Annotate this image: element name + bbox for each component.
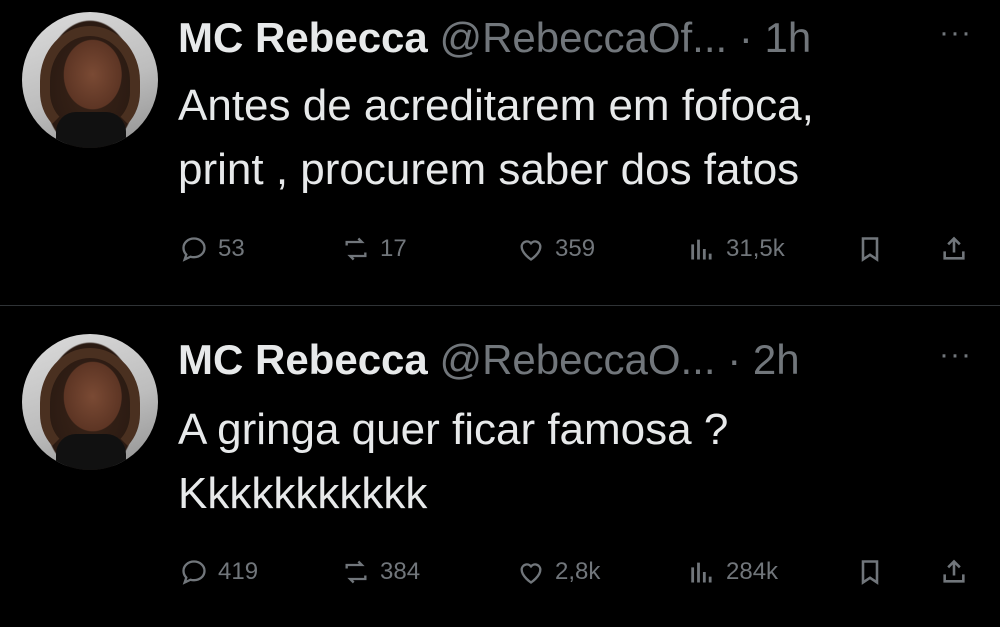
tweet[interactable]: MC Rebecca @RebeccaO... · 2h ··· A gring… — [0, 306, 1000, 627]
tweet-text: Antes de acreditarem em fofoca, print , … — [178, 74, 968, 202]
like-button[interactable]: 359 — [517, 235, 595, 263]
views-icon — [691, 239, 712, 260]
share-button[interactable] — [940, 558, 968, 586]
avatar[interactable] — [22, 12, 158, 148]
avatar-neck — [56, 434, 126, 470]
like-count: 359 — [555, 235, 596, 262]
views-count: 284k — [726, 558, 779, 585]
share-icon — [943, 236, 965, 260]
timestamp[interactable]: 2h — [753, 336, 800, 383]
bookmark-icon — [861, 560, 879, 585]
bookmark-icon — [861, 237, 879, 262]
reply-button[interactable]: 419 — [180, 558, 258, 586]
tweet-header: MC Rebecca @RebeccaO... · 2h — [178, 330, 938, 390]
retweet-icon — [345, 237, 367, 261]
retweet-count: 384 — [380, 558, 421, 585]
action-bar: 419 384 2,8k 284k — [0, 558, 1000, 598]
like-icon — [520, 563, 542, 584]
more-options-icon[interactable]: ··· — [939, 16, 972, 50]
tweet-text-line: Kkkkkkkkkkk — [178, 469, 428, 518]
separator-dot: · — [738, 14, 753, 61]
tweet-text-line: print , procurem saber dos fatos — [178, 145, 800, 194]
avatar[interactable] — [22, 334, 158, 470]
tweet-text-line: Antes de acreditarem em fofoca, — [178, 81, 814, 130]
views-button[interactable]: 31,5k — [688, 235, 785, 263]
share-icon — [943, 559, 965, 583]
reply-count: 419 — [218, 558, 259, 585]
action-bar: 53 17 359 31,5k — [0, 235, 1000, 275]
avatar-neck — [56, 112, 126, 148]
retweet-button[interactable]: 384 — [342, 558, 420, 586]
retweet-count: 17 — [380, 235, 407, 262]
author-handle[interactable]: @RebeccaO... — [439, 336, 715, 383]
author-name[interactable]: MC Rebecca — [178, 14, 428, 61]
reply-icon — [182, 237, 206, 262]
views-button[interactable]: 284k — [688, 558, 778, 586]
views-count: 31,5k — [726, 235, 785, 262]
like-icon — [520, 240, 542, 261]
author-handle[interactable]: @RebeccaOf... — [439, 14, 727, 61]
like-count: 2,8k — [555, 558, 601, 585]
share-button[interactable] — [940, 235, 968, 263]
reply-button[interactable]: 53 — [180, 235, 245, 263]
more-options-icon[interactable]: ··· — [939, 338, 972, 372]
like-button[interactable]: 2,8k — [517, 558, 600, 586]
retweet-button[interactable]: 17 — [342, 235, 407, 263]
retweet-icon — [345, 560, 367, 584]
timestamp[interactable]: 1h — [765, 14, 812, 61]
tweet-header: MC Rebecca @RebeccaOf... · 1h — [178, 8, 938, 68]
reply-icon — [182, 560, 206, 585]
reply-count: 53 — [218, 235, 245, 262]
tweet-text-line: A gringa quer ficar famosa ? — [178, 405, 729, 454]
tweet[interactable]: MC Rebecca @RebeccaOf... · 1h ··· Antes … — [0, 0, 1000, 306]
tweet-text: A gringa quer ficar famosa ? Kkkkkkkkkkk — [178, 398, 968, 526]
views-icon — [691, 562, 712, 583]
author-name[interactable]: MC Rebecca — [178, 336, 428, 383]
bookmark-button[interactable] — [856, 235, 884, 263]
separator-dot: · — [727, 336, 742, 383]
bookmark-button[interactable] — [856, 558, 884, 586]
